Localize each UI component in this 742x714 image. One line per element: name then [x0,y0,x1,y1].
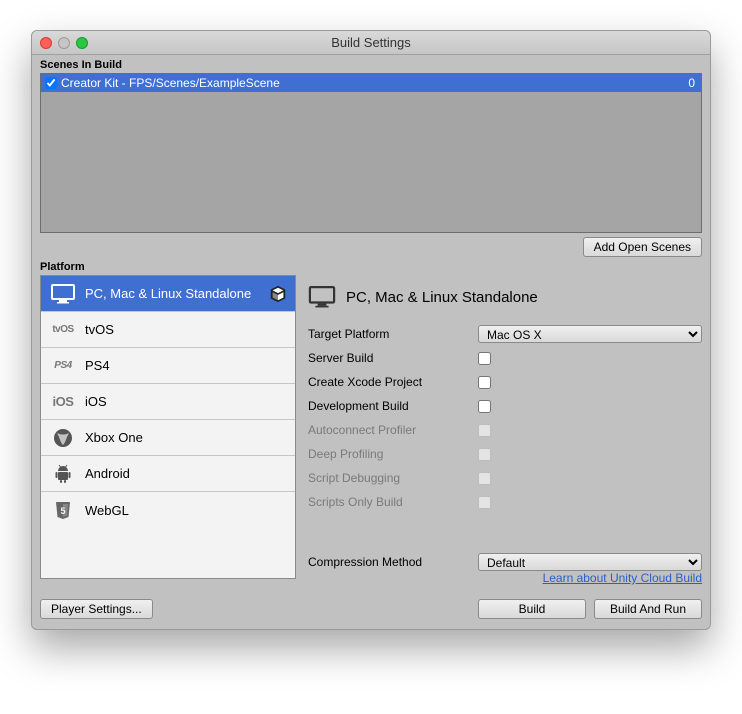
cloud-build-link[interactable]: Learn about Unity Cloud Build [543,571,702,585]
autoconnect-checkbox [478,424,491,437]
close-icon[interactable] [40,37,52,49]
scenes-list[interactable]: Creator Kit - FPS/Scenes/ExampleScene 0 [40,73,702,233]
platform-item-ios[interactable]: iOS iOS [41,384,295,420]
xbox-icon [49,427,77,449]
row-server-build: Server Build [308,349,702,367]
row-compression: Compression Method Default [308,553,702,571]
dev-build-label: Development Build [308,399,478,413]
scenes-label: Scenes In Build [32,55,710,73]
platform-item-label: tvOS [85,322,114,337]
platform-item-ps4[interactable]: PS4 PS4 [41,348,295,384]
platform-item-label: iOS [85,394,107,409]
create-xcode-checkbox[interactable] [478,376,491,389]
tvos-icon: tvOS [49,319,77,341]
platform-item-standalone[interactable]: PC, Mac & Linux Standalone [41,276,295,312]
script-debug-label: Script Debugging [308,471,478,485]
platform-item-label: Xbox One [85,430,143,445]
minimize-icon [58,37,70,49]
svg-text:5: 5 [60,506,65,516]
scene-checkbox[interactable] [45,77,57,89]
scripts-only-checkbox [478,496,491,509]
ps4-icon: PS4 [49,355,77,377]
platform-item-label: Android [85,466,130,481]
platform-list: PC, Mac & Linux Standalone tvOS tvOS PS4… [40,275,296,579]
compression-select[interactable]: Default [478,553,702,571]
build-button[interactable]: Build [478,599,586,619]
row-script-debug: Script Debugging [308,469,702,487]
target-platform-select[interactable]: Mac OS X [478,325,702,343]
server-build-label: Server Build [308,351,478,365]
build-and-run-button[interactable]: Build And Run [594,599,702,619]
bottom-bar: Player Settings... Build Build And Run [32,593,710,629]
platform-item-tvos[interactable]: tvOS tvOS [41,312,295,348]
row-create-xcode: Create Xcode Project [308,373,702,391]
platform-item-android[interactable]: Android [41,456,295,492]
row-deep-profiling: Deep Profiling [308,445,702,463]
scripts-only-label: Scripts Only Build [308,495,478,509]
unity-icon [269,285,287,303]
platform-label: Platform [32,257,710,275]
platform-item-label: PC, Mac & Linux Standalone [85,286,251,301]
html5-icon: 5 [49,499,77,521]
scene-path: Creator Kit - FPS/Scenes/ExampleScene [61,76,280,90]
target-platform-label: Target Platform [308,327,478,341]
deep-profiling-checkbox [478,448,491,461]
autoconnect-label: Autoconnect Profiler [308,423,478,437]
monitor-icon [49,283,77,305]
platform-item-label: WebGL [85,503,129,518]
monitor-icon [308,286,336,308]
row-dev-build: Development Build [308,397,702,415]
ios-icon: iOS [49,391,77,413]
create-xcode-label: Create Xcode Project [308,375,478,389]
build-settings-window: Build Settings Scenes In Build Creator K… [31,30,711,630]
row-autoconnect: Autoconnect Profiler [308,421,702,439]
add-open-scenes-button[interactable]: Add Open Scenes [583,237,702,257]
compression-label: Compression Method [308,555,478,569]
script-debug-checkbox [478,472,491,485]
row-target-platform: Target Platform Mac OS X [308,325,702,343]
window-title: Build Settings [32,35,710,50]
details-header: PC, Mac & Linux Standalone [308,279,702,315]
server-build-checkbox[interactable] [478,352,491,365]
platform-item-webgl[interactable]: 5 WebGL [41,492,295,528]
row-scripts-only: Scripts Only Build [308,493,702,511]
details-title: PC, Mac & Linux Standalone [346,289,538,306]
platform-item-xboxone[interactable]: Xbox One [41,420,295,456]
scene-row[interactable]: Creator Kit - FPS/Scenes/ExampleScene 0 [41,74,701,92]
android-icon [49,463,77,485]
zoom-icon[interactable] [76,37,88,49]
window-controls [40,37,88,49]
scene-index: 0 [688,76,697,90]
titlebar: Build Settings [32,31,710,55]
player-settings-button[interactable]: Player Settings... [40,599,153,619]
deep-profiling-label: Deep Profiling [308,447,478,461]
platform-item-label: PS4 [85,358,110,373]
platform-details: PC, Mac & Linux Standalone Target Platfo… [308,275,702,585]
dev-build-checkbox[interactable] [478,400,491,413]
